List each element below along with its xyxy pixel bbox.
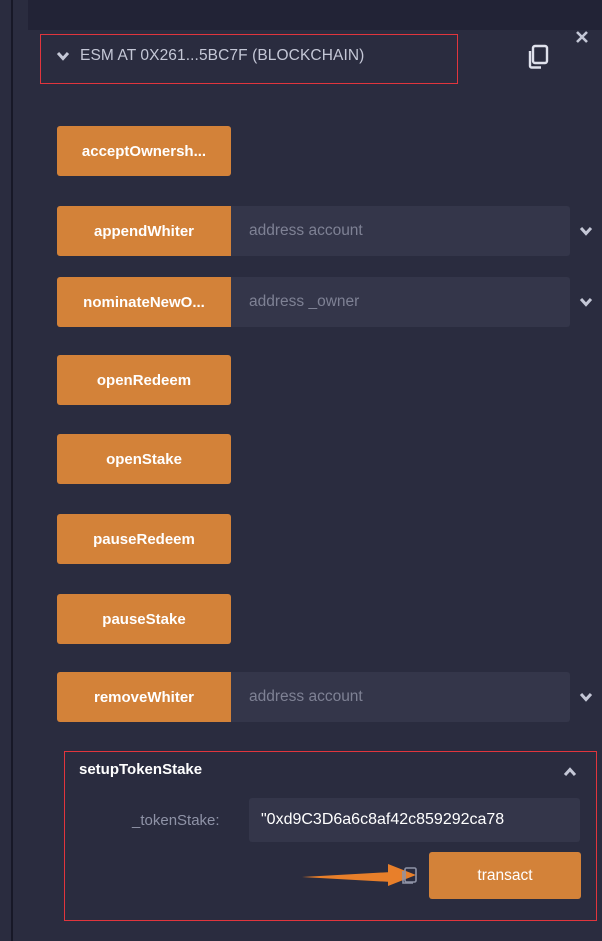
chevron-up-icon[interactable] [563, 765, 577, 779]
transact-button[interactable]: transact [429, 852, 581, 899]
accept-ownership-button[interactable]: acceptOwnersh... [57, 126, 231, 176]
clipboard-icon[interactable] [402, 866, 418, 884]
remove-whiter-input[interactable]: address account [231, 672, 570, 722]
close-icon[interactable] [575, 30, 589, 44]
top-strip [28, 0, 602, 30]
chevron-down-icon[interactable] [579, 690, 593, 704]
token-stake-label: _tokenStake: [132, 812, 220, 829]
remove-whiter-button[interactable]: removeWhiter [57, 672, 231, 722]
nominate-new-owner-input[interactable]: address _owner [231, 277, 570, 327]
append-whiter-button[interactable]: appendWhiter [57, 206, 231, 256]
pause-stake-button[interactable]: pauseStake [57, 594, 231, 644]
nominate-new-owner-button[interactable]: nominateNewO... [57, 277, 231, 327]
pause-redeem-button[interactable]: pauseRedeem [57, 514, 231, 564]
chevron-down-icon[interactable] [579, 295, 593, 309]
open-stake-button[interactable]: openStake [57, 434, 231, 484]
side-strip [13, 0, 28, 941]
append-whiter-input[interactable]: address account [231, 206, 570, 256]
contract-title[interactable]: ESM AT 0X261...5BC7F (BLOCKCHAIN) [80, 47, 364, 65]
token-stake-input[interactable]: "0xd9C3D6a6c8af42c859292ca78 [249, 798, 580, 842]
copy-icon[interactable] [526, 44, 550, 70]
remix-deployed-contracts-panel: ESM AT 0X261...5BC7F (BLOCKCHAIN) accept… [0, 0, 602, 941]
chevron-down-icon[interactable] [579, 224, 593, 238]
setup-token-stake-title: setupTokenStake [79, 761, 203, 778]
open-redeem-button[interactable]: openRedeem [57, 355, 231, 405]
chevron-down-icon[interactable] [56, 49, 70, 63]
